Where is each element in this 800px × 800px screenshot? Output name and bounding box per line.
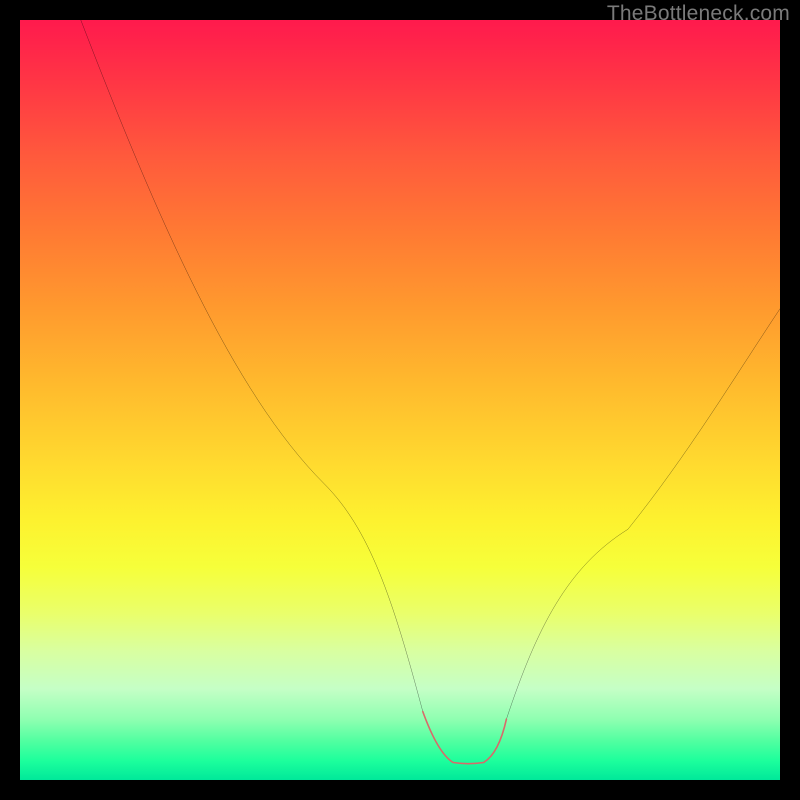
plot-area <box>20 20 780 780</box>
chart-frame: TheBottleneck.com <box>0 0 800 800</box>
curve-layer <box>20 20 780 780</box>
optimal-range-highlight <box>423 712 507 764</box>
attribution-text: TheBottleneck.com <box>607 2 790 26</box>
bottleneck-curve <box>81 20 780 764</box>
